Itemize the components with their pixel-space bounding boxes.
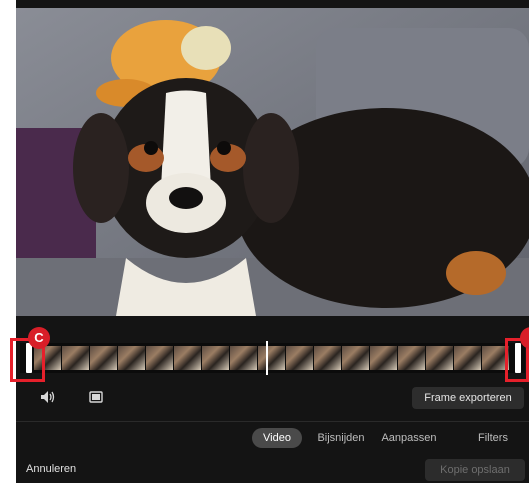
- timeline-thumbnail: [370, 346, 398, 370]
- video-editor: Frame exporteren Video Bijsnijden Aanpas…: [16, 0, 529, 483]
- tab-filters[interactable]: Filters: [471, 428, 515, 448]
- timeline-thumbnail: [342, 346, 370, 370]
- timeline-thumbnail: [426, 346, 454, 370]
- timeline-scrubber[interactable]: [20, 343, 525, 373]
- timeline-thumbnail: [258, 346, 286, 370]
- timeline-thumbnail: [230, 346, 258, 370]
- timeline-thumbnail: [286, 346, 314, 370]
- timeline-thumbnail: [62, 346, 90, 370]
- playhead[interactable]: [266, 341, 268, 375]
- callout-badge-c: C: [28, 327, 50, 349]
- tab-adjust[interactable]: Aanpassen: [378, 428, 440, 448]
- timeline-thumbnail: [174, 346, 202, 370]
- frame-capture-icon[interactable]: [89, 390, 103, 406]
- tab-crop[interactable]: Bijsnijden: [311, 428, 371, 448]
- divider: [16, 421, 529, 422]
- cancel-button[interactable]: Annuleren: [26, 463, 76, 475]
- timeline-thumbnail: [314, 346, 342, 370]
- timeline-thumbnail: [146, 346, 174, 370]
- timeline-thumbnail: [118, 346, 146, 370]
- volume-icon[interactable]: [40, 390, 56, 407]
- export-frame-button[interactable]: Frame exporteren: [412, 387, 524, 409]
- save-copy-button[interactable]: Kopie opslaan: [425, 459, 525, 481]
- video-preview: [16, 8, 529, 316]
- timeline-thumbnail: [454, 346, 482, 370]
- timeline-thumbnail: [398, 346, 426, 370]
- tab-video[interactable]: Video: [252, 428, 302, 448]
- timeline-thumbnail: [90, 346, 118, 370]
- timeline-thumbnail: [202, 346, 230, 370]
